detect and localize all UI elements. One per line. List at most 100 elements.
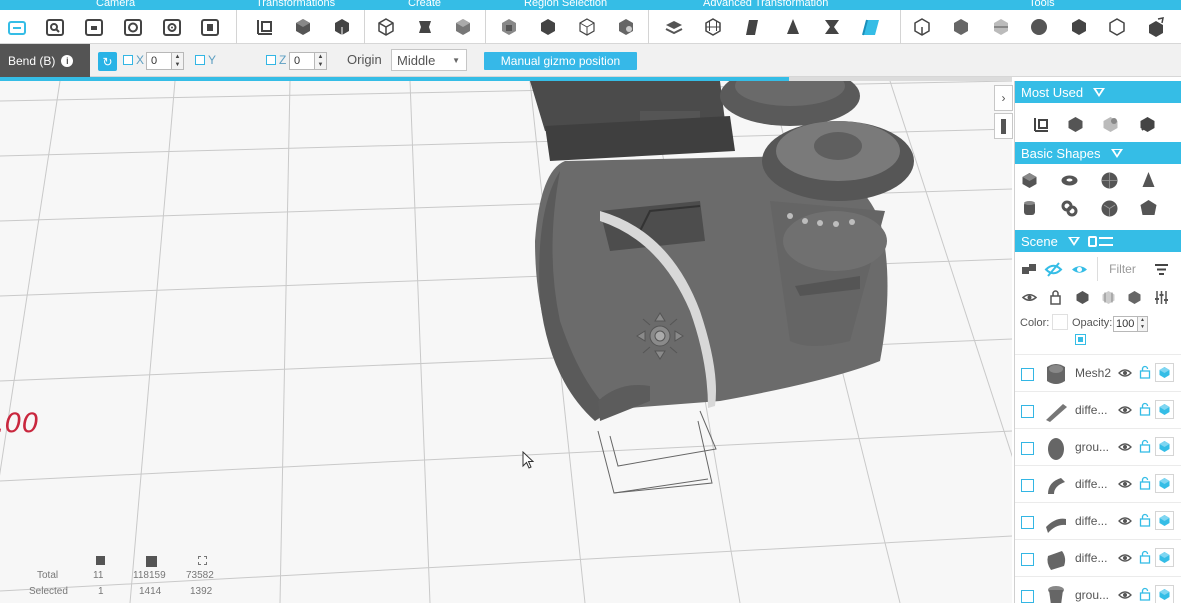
lock-icon[interactable] bbox=[1139, 365, 1151, 379]
scene-object-row[interactable]: diffe... bbox=[1015, 502, 1181, 539]
tool-measure-button[interactable] bbox=[909, 14, 935, 40]
stepper-arrows-icon[interactable]: ▲ ▼ bbox=[1137, 317, 1147, 331]
transform-rotate-button[interactable] bbox=[290, 14, 316, 40]
camera-frame-button[interactable] bbox=[197, 14, 223, 40]
camera-pan-button[interactable] bbox=[81, 14, 107, 40]
lock-icon[interactable] bbox=[1139, 476, 1151, 490]
shape-cylinder-button[interactable] bbox=[1019, 198, 1039, 218]
origin-select[interactable]: Middle ▼ bbox=[391, 49, 467, 71]
solid-toggle-button[interactable] bbox=[1155, 548, 1174, 567]
column-lock-button[interactable] bbox=[1045, 287, 1065, 307]
visibility-eye-icon[interactable] bbox=[1118, 588, 1132, 602]
opacity-stepper[interactable]: 100 ▲ ▼ bbox=[1113, 316, 1148, 332]
create-duplicate-button[interactable] bbox=[450, 14, 476, 40]
visibility-eye-icon[interactable] bbox=[1118, 403, 1132, 417]
lock-icon[interactable] bbox=[1139, 439, 1151, 453]
most-used-duplicate-button[interactable] bbox=[1100, 114, 1120, 134]
tool-hollow-button[interactable] bbox=[1026, 14, 1052, 40]
basic-shapes-header[interactable]: Basic Shapes bbox=[1015, 142, 1181, 164]
collapse-panel-button[interactable]: › bbox=[994, 85, 1013, 111]
adv-pinch-button[interactable] bbox=[819, 14, 845, 40]
opacity-apply-checkbox[interactable] bbox=[1075, 334, 1086, 345]
bend-gizmo[interactable] bbox=[636, 312, 684, 360]
object-select-checkbox[interactable] bbox=[1021, 590, 1034, 603]
camera-zoom-button[interactable] bbox=[42, 14, 68, 40]
visibility-eye-icon[interactable] bbox=[1118, 514, 1132, 528]
y-axis-checkbox[interactable] bbox=[195, 55, 205, 65]
stepper-arrows-icon[interactable]: ▲ ▼ bbox=[171, 53, 183, 69]
most-used-header[interactable]: Most Used bbox=[1015, 81, 1181, 103]
tool-repair-button[interactable] bbox=[1066, 14, 1092, 40]
scene-object-row[interactable]: grou... bbox=[1015, 428, 1181, 465]
lock-icon[interactable] bbox=[1139, 587, 1151, 601]
info-icon[interactable]: i bbox=[61, 54, 74, 67]
tool-analysis-button[interactable] bbox=[948, 14, 974, 40]
scene-filter-input[interactable]: Filter bbox=[1097, 257, 1147, 281]
transform-move-button[interactable] bbox=[252, 14, 278, 40]
region-lasso-button[interactable] bbox=[535, 14, 561, 40]
scene-visible-button[interactable] bbox=[1069, 259, 1089, 279]
column-material-button[interactable] bbox=[1124, 287, 1144, 307]
shape-torus-button[interactable] bbox=[1059, 170, 1079, 190]
shape-cube-button[interactable] bbox=[1019, 170, 1039, 190]
column-solid-button[interactable] bbox=[1072, 287, 1092, 307]
column-settings-button[interactable] bbox=[1151, 287, 1171, 307]
tool-export-button[interactable] bbox=[1143, 14, 1169, 40]
collapse-triangle-icon[interactable] bbox=[1110, 148, 1123, 158]
region-paint-button[interactable] bbox=[613, 14, 639, 40]
z-axis-checkbox[interactable] bbox=[266, 55, 276, 65]
scene-sort-button[interactable] bbox=[1151, 259, 1171, 279]
scene-view-toggle-icon[interactable] bbox=[1087, 235, 1097, 247]
lock-icon[interactable] bbox=[1139, 402, 1151, 416]
create-extrude-button[interactable] bbox=[412, 14, 438, 40]
selected-barrel-model[interactable] bbox=[535, 121, 914, 421]
most-used-rotate-button[interactable] bbox=[1065, 114, 1085, 134]
x-value-stepper[interactable]: 0 ▲ ▼ bbox=[146, 52, 184, 70]
scene-hide-button[interactable] bbox=[1043, 259, 1063, 279]
scene-object-row[interactable]: diffe... bbox=[1015, 391, 1181, 428]
solid-toggle-button[interactable] bbox=[1155, 511, 1174, 530]
object-select-checkbox[interactable] bbox=[1021, 405, 1034, 418]
shape-dodecahedron-button[interactable] bbox=[1138, 198, 1158, 218]
create-primitive-button[interactable] bbox=[373, 14, 399, 40]
visibility-eye-icon[interactable] bbox=[1118, 551, 1132, 565]
solid-toggle-button[interactable] bbox=[1155, 585, 1174, 603]
visibility-eye-icon[interactable] bbox=[1118, 366, 1132, 380]
scene-canvas[interactable] bbox=[0, 81, 1012, 603]
shape-knot-button[interactable] bbox=[1059, 198, 1079, 218]
scene-object-row[interactable]: grou... bbox=[1015, 576, 1181, 603]
column-wire-button[interactable] bbox=[1098, 287, 1118, 307]
camera-settings-button[interactable] bbox=[159, 14, 185, 40]
shape-sphere-button[interactable] bbox=[1099, 170, 1119, 190]
panel-scrollbar[interactable] bbox=[994, 113, 1013, 139]
scene-header[interactable]: Scene bbox=[1015, 230, 1181, 252]
collapse-triangle-icon[interactable] bbox=[1067, 236, 1080, 246]
collapse-triangle-icon[interactable] bbox=[1093, 87, 1106, 97]
lock-icon[interactable] bbox=[1139, 550, 1151, 564]
object-select-checkbox[interactable] bbox=[1021, 479, 1034, 492]
region-box-button[interactable] bbox=[574, 14, 600, 40]
grid-view-icon[interactable] bbox=[1098, 236, 1113, 246]
lock-icon[interactable] bbox=[1139, 513, 1151, 527]
region-select-button[interactable] bbox=[496, 14, 522, 40]
adv-flatten-button[interactable] bbox=[661, 14, 687, 40]
adv-subdivide-button[interactable] bbox=[700, 14, 726, 40]
shape-icosphere-button[interactable] bbox=[1099, 198, 1119, 218]
object-select-checkbox[interactable] bbox=[1021, 368, 1034, 381]
x-axis-checkbox[interactable] bbox=[123, 55, 133, 65]
scene-object-row[interactable]: diffe... bbox=[1015, 539, 1181, 576]
tool-mesh-button[interactable] bbox=[1104, 14, 1130, 40]
column-visibility-button[interactable] bbox=[1019, 287, 1039, 307]
solid-toggle-button[interactable] bbox=[1155, 363, 1174, 382]
scene-group-button[interactable] bbox=[1019, 259, 1039, 279]
object-select-checkbox[interactable] bbox=[1021, 516, 1034, 529]
object-select-checkbox[interactable] bbox=[1021, 442, 1034, 455]
scene-object-row[interactable]: diffe... bbox=[1015, 465, 1181, 502]
z-value-stepper[interactable]: 0 ▲ ▼ bbox=[289, 52, 327, 70]
most-used-scale-button[interactable] bbox=[1137, 114, 1157, 134]
manual-gizmo-button[interactable]: Manual gizmo position bbox=[484, 52, 637, 70]
scroll-handle[interactable] bbox=[1001, 119, 1006, 134]
adv-bend-button[interactable] bbox=[859, 14, 885, 40]
object-select-checkbox[interactable] bbox=[1021, 553, 1034, 566]
visibility-eye-icon[interactable] bbox=[1118, 440, 1132, 454]
